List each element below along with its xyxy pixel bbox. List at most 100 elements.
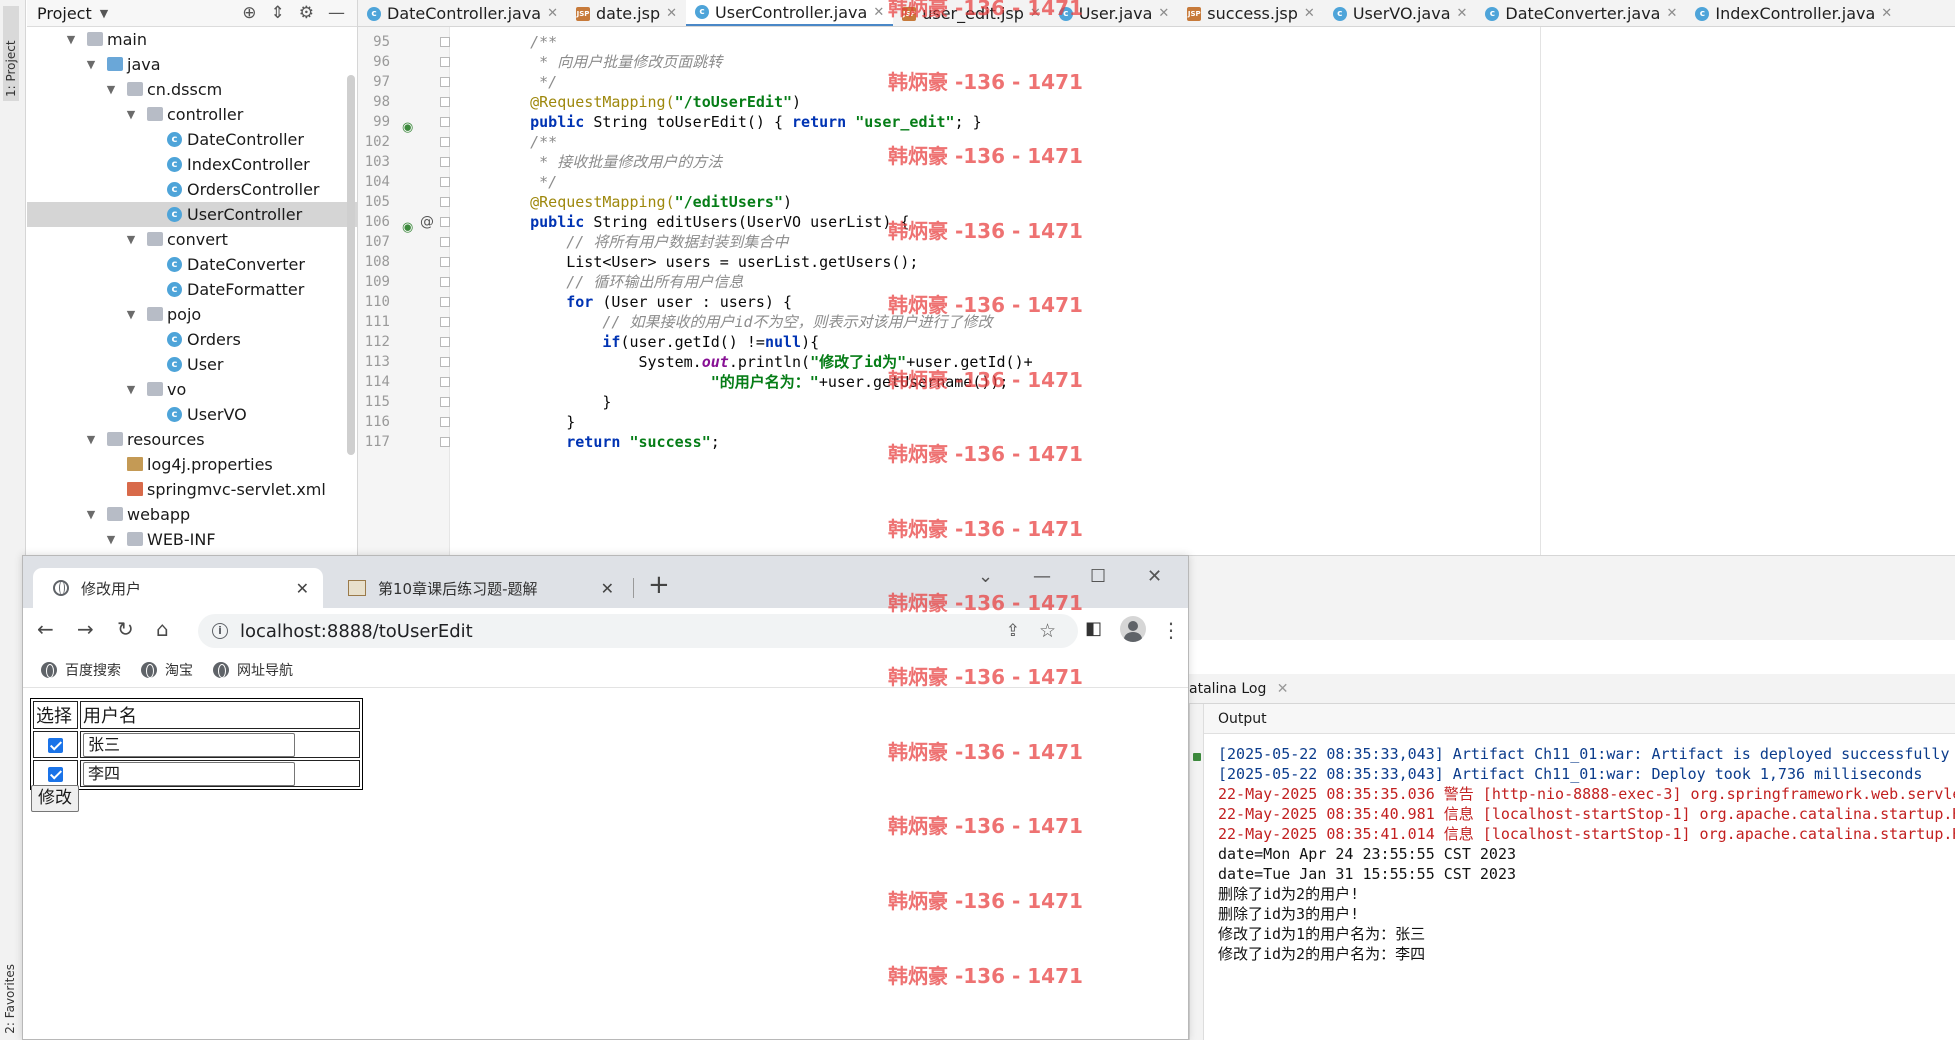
fold-marker-icon[interactable] — [440, 117, 450, 127]
window-minimize-icon[interactable]: — — [1033, 566, 1051, 587]
reload-icon[interactable]: ↻ — [117, 616, 134, 642]
chevron-down-icon[interactable]: ▼ — [125, 227, 137, 252]
close-icon[interactable]: ✕ — [601, 579, 614, 598]
locate-icon[interactable]: ⊕ — [242, 3, 256, 23]
tree-item[interactable]: ▼ pojo — [27, 302, 357, 327]
tree-item[interactable]: ▼ WEB-INF — [27, 527, 357, 552]
bookmark-item[interactable]: 百度搜索 — [41, 660, 121, 680]
chevron-down-icon[interactable]: ▼ — [85, 52, 97, 77]
chevron-down-icon[interactable]: ▼ — [85, 502, 97, 527]
username-input[interactable]: 李四 — [83, 761, 295, 786]
tree-item[interactable]: ▼ java — [27, 52, 357, 77]
new-tab-icon[interactable]: + — [648, 570, 670, 600]
tree-item[interactable]: log4j.properties — [27, 452, 357, 477]
tree-item[interactable]: c IndexController — [27, 152, 357, 177]
fold-marker-icon[interactable] — [440, 197, 450, 207]
chevron-down-icon[interactable]: ▼ — [105, 527, 117, 552]
tree-item[interactable]: ▼ convert — [27, 227, 357, 252]
fold-marker-icon[interactable] — [440, 77, 450, 87]
fold-marker-icon[interactable] — [440, 157, 450, 167]
tree-item[interactable]: ▼ main — [27, 27, 357, 52]
project-tool-tab[interactable]: 1: Project — [3, 6, 19, 101]
select-checkbox[interactable] — [48, 766, 63, 782]
tree-item[interactable]: ▼ vo — [27, 377, 357, 402]
fold-marker-icon[interactable] — [440, 177, 450, 187]
tree-item[interactable]: ▼ cn.dsscm — [27, 77, 357, 102]
fold-marker-icon[interactable] — [440, 377, 450, 387]
fold-marker-icon[interactable] — [440, 37, 450, 47]
chevron-down-icon[interactable]: ▼ — [125, 102, 137, 127]
side-panel-icon[interactable]: ◧ — [1085, 618, 1102, 639]
editor-tab[interactable]: c UserController.java ✕ — [686, 0, 894, 26]
close-icon[interactable]: ✕ — [873, 5, 884, 20]
fold-marker-icon[interactable] — [440, 297, 450, 307]
tree-item[interactable]: c DateController — [27, 127, 357, 152]
forward-arrow-icon[interactable]: → — [77, 616, 94, 642]
favorites-tool-tab[interactable]: 2: Favorites — [3, 964, 17, 1034]
editor-tab[interactable]: c DateController.java ✕ — [358, 0, 567, 26]
close-icon[interactable]: ✕ — [1304, 6, 1315, 21]
close-icon[interactable]: ✕ — [1158, 6, 1169, 21]
chevron-down-icon[interactable]: ▼ — [125, 377, 137, 402]
fold-marker-icon[interactable] — [440, 437, 450, 447]
submit-button[interactable]: 修改 — [31, 785, 79, 812]
fold-marker-icon[interactable] — [440, 357, 450, 367]
fold-marker-icon[interactable] — [440, 317, 450, 327]
fold-marker-icon[interactable] — [440, 237, 450, 247]
editor-tab[interactable]: JSP user_edit.jsp ✕ — [893, 0, 1050, 26]
collapse-all-icon[interactable]: ⇕ — [271, 3, 285, 23]
gear-icon[interactable]: ⚙ — [299, 3, 314, 23]
fold-marker-icon[interactable] — [440, 97, 450, 107]
profile-avatar-icon[interactable] — [1120, 616, 1146, 642]
more-menu-icon[interactable]: ⋮ — [1161, 618, 1181, 642]
tree-item[interactable]: c DateConverter — [27, 252, 357, 277]
catalina-log-tab[interactable]: atalina Log — [1189, 681, 1266, 697]
tree-item[interactable]: c UserController — [27, 202, 357, 227]
browser-tab[interactable]: 第10章课后练习题-题解 ✕ — [328, 568, 628, 608]
close-icon[interactable]: ✕ — [1277, 681, 1289, 697]
chevron-down-icon[interactable]: ▼ — [65, 27, 77, 52]
chevron-down-icon[interactable]: ▼ — [100, 7, 108, 20]
editor-tab[interactable]: c User.java ✕ — [1050, 0, 1179, 26]
close-icon[interactable]: ✕ — [1881, 6, 1892, 21]
star-icon[interactable]: ☆ — [1039, 620, 1056, 642]
editor-tab[interactable]: c DateConverter.java ✕ — [1476, 0, 1686, 26]
editor-tab[interactable]: JSP date.jsp ✕ — [567, 0, 686, 26]
tree-item[interactable]: c Orders — [27, 327, 357, 352]
fold-marker-icon[interactable] — [440, 277, 450, 287]
fold-marker-icon[interactable] — [440, 337, 450, 347]
close-icon[interactable]: ✕ — [1457, 6, 1468, 21]
chevron-down-icon[interactable]: ▼ — [105, 77, 117, 102]
code-editor[interactable]: 95 /** 96 * 向用户批量修改页面跳转 97 */98 @RequestMa… — [358, 27, 1541, 555]
bookmark-item[interactable]: 淘宝 — [141, 660, 193, 680]
close-icon[interactable]: ✕ — [296, 579, 309, 598]
username-input[interactable]: 张三 — [83, 732, 295, 757]
tree-item[interactable]: c UserVO — [27, 402, 357, 427]
tree-item[interactable]: ▼ webapp — [27, 502, 357, 527]
window-maximize-icon[interactable]: ☐ — [1090, 566, 1106, 587]
tree-item[interactable]: c User — [27, 352, 357, 377]
fold-marker-icon[interactable] — [440, 217, 450, 227]
project-title[interactable]: Project — [37, 4, 92, 23]
close-icon[interactable]: ✕ — [666, 6, 677, 21]
tree-item[interactable]: c OrdersController — [27, 177, 357, 202]
fold-marker-icon[interactable] — [440, 57, 450, 67]
address-bar[interactable]: i localhost:8888/toUserEdit ⇪ ☆ — [198, 614, 1078, 648]
close-icon[interactable]: ✕ — [1666, 6, 1677, 21]
minimize-icon[interactable]: — — [328, 3, 345, 23]
fold-marker-icon[interactable] — [440, 137, 450, 147]
share-icon[interactable]: ⇪ — [1006, 621, 1020, 641]
editor-tab[interactable]: JSP success.jsp ✕ — [1178, 0, 1324, 26]
tree-item[interactable]: ▼ resources — [27, 427, 357, 452]
close-icon[interactable]: ✕ — [1030, 6, 1041, 21]
chevron-down-icon[interactable]: ▼ — [85, 427, 97, 452]
fold-marker-icon[interactable] — [440, 417, 450, 427]
fold-marker-icon[interactable] — [440, 257, 450, 267]
back-arrow-icon[interactable]: ← — [37, 616, 54, 642]
editor-tab[interactable]: c IndexController.java ✕ — [1686, 0, 1901, 26]
chevron-down-icon[interactable]: ▼ — [125, 302, 137, 327]
browser-tab-active[interactable]: 修改用户 ✕ — [33, 568, 323, 608]
tab-search-icon[interactable]: ⌄ — [978, 566, 993, 587]
url-text[interactable]: localhost:8888/toUserEdit — [240, 621, 473, 642]
tree-item[interactable]: c DateFormatter — [27, 277, 357, 302]
